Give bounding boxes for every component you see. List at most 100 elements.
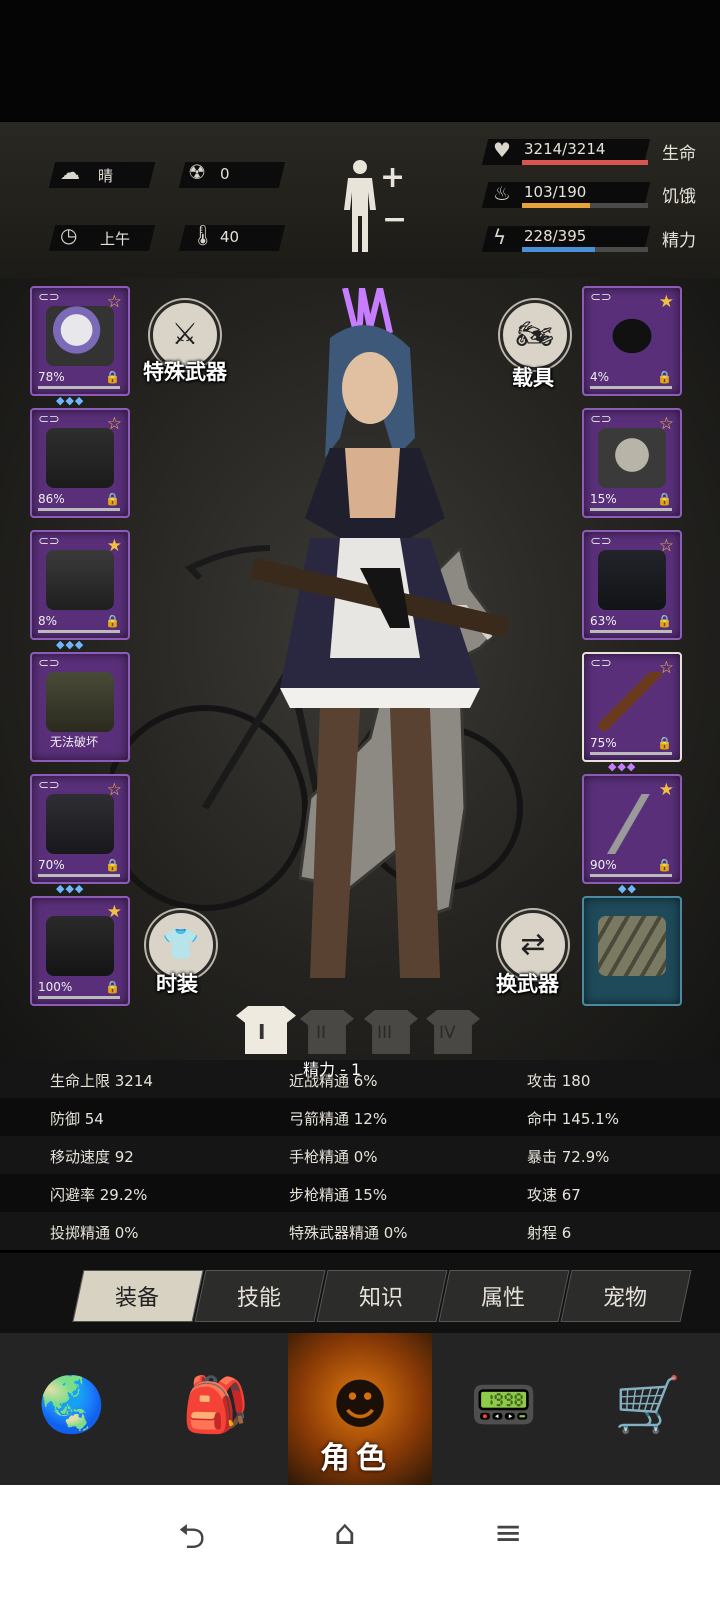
heart-icon: ♥ xyxy=(493,138,511,162)
swap-arrows-icon: ⇄ xyxy=(520,927,546,962)
lock-icon: 🔒 xyxy=(105,614,120,628)
back-icon[interactable]: ⮌ xyxy=(178,1513,205,1570)
time-label: 上午 xyxy=(100,230,131,248)
top-bar xyxy=(0,0,720,122)
motorcycle-icon: 🏍 xyxy=(515,317,555,352)
gem-slots: ◆◆ xyxy=(618,882,637,895)
durability-value: 63% xyxy=(590,614,617,628)
weather-label: 晴 xyxy=(98,167,114,185)
police-helmet-icon xyxy=(46,306,114,366)
stat-row: 防御 54 弓箭精通 12% 命中 145.1% xyxy=(0,1098,720,1136)
energy-label: 精力 xyxy=(662,231,696,251)
stat-hit-rate: 命中 145.1% xyxy=(527,1110,619,1128)
slot-throwable[interactable] xyxy=(582,896,682,1006)
tab-knowledge-label: 知识 xyxy=(358,1286,403,1311)
stat-rifle-mastery: 步枪精通 15% xyxy=(289,1186,388,1204)
durability-bar xyxy=(38,630,120,633)
stats-panel: 生命上限 3214 近战精通 6% 攻击 180 精力 - 1 防御 54 弓箭… xyxy=(0,1058,720,1253)
outfit-set-4[interactable]: IV xyxy=(426,1010,480,1054)
character-scene: ⊂⊃ ☆ 78% 🔒 ◆◆◆ ⊂⊃ ☆ 86% 🔒 ⊂⊃ ★ 8% 🔒 ◆◆◆ … xyxy=(0,278,720,1068)
gem-slots: ◆◆◆ xyxy=(56,394,85,407)
body-status-button[interactable]: + − xyxy=(340,158,424,254)
clock-icon: ◷ xyxy=(60,223,78,247)
nav-inventory[interactable]: 🎒 xyxy=(144,1333,288,1485)
slot-mask[interactable]: ⊂⊃ ☆ 15% 🔒 xyxy=(582,408,682,518)
durability-bar xyxy=(590,630,672,633)
link-icon: ⊂⊃ xyxy=(38,290,60,305)
link-icon: ⊂⊃ xyxy=(590,534,612,549)
slot-melee-weapon[interactable]: ★ 90% 🔒 xyxy=(582,774,682,884)
minus-icon: − xyxy=(382,202,408,237)
lock-icon: 🔒 xyxy=(105,980,120,994)
durability-bar xyxy=(38,996,120,999)
outfit-set-3[interactable]: III xyxy=(364,1010,418,1054)
tab-pets-label: 宠物 xyxy=(602,1286,647,1311)
machete-icon xyxy=(598,794,666,854)
home-icon[interactable]: ⌂ xyxy=(334,1513,356,1553)
durability-bar xyxy=(590,874,672,877)
body-figure-icon xyxy=(344,160,376,252)
gem-slots: ◆◆◆ xyxy=(56,638,85,651)
stat-max-hp: 生命上限 3214 xyxy=(50,1072,153,1090)
assault-rifle-icon xyxy=(598,672,666,732)
stat-row: 移动速度 92 手枪精通 0% 暴击 72.9% xyxy=(0,1136,720,1174)
hunger-value: 103/190 xyxy=(524,183,587,201)
stomach-icon: ♨ xyxy=(493,181,511,205)
slot-vest[interactable]: ⊂⊃ ☆ 63% 🔒 xyxy=(582,530,682,640)
health-bar xyxy=(522,160,648,165)
nav-radio[interactable]: 📟 xyxy=(432,1333,576,1485)
radiation-value: 0 xyxy=(220,165,230,183)
nav-map[interactable]: 🌏 xyxy=(0,1333,144,1485)
link-icon: ⊂⊃ xyxy=(590,290,612,305)
lock-icon: 🔒 xyxy=(657,736,672,750)
durability-value: 15% xyxy=(590,492,617,506)
stat-dodge: 闪避率 29.2% xyxy=(50,1186,148,1204)
durability-value: 8% xyxy=(38,614,58,628)
globe-icon: 🌏 xyxy=(38,1373,106,1436)
durability-bar xyxy=(590,752,672,755)
vehicle-button[interactable]: 🏍 xyxy=(500,300,570,370)
link-icon: ⊂⊃ xyxy=(590,656,612,671)
tab-attributes-label: 属性 xyxy=(480,1286,525,1311)
lock-icon: 🔒 xyxy=(657,370,672,384)
durability-value: 无法破坏 xyxy=(50,735,99,749)
temperature-value: 40 xyxy=(220,228,240,246)
menu-icon[interactable]: ≡ xyxy=(494,1513,523,1553)
durability-bar xyxy=(38,508,120,511)
slot-boots[interactable]: ★ 100% 🔒 xyxy=(30,896,130,1006)
slot-eyewear[interactable]: ⊂⊃ ★ 4% 🔒 xyxy=(582,286,682,396)
slot-backpack[interactable]: ⊂⊃ 无法破坏 xyxy=(30,652,130,762)
crossed-weapons-icon: ⚔ xyxy=(171,317,199,352)
stat-crit: 暴击 72.9% xyxy=(527,1148,610,1166)
durability-value: 100% xyxy=(38,980,73,994)
durability-value: 4% xyxy=(590,370,610,384)
status-panel: ☁ 晴 ☢ 0 ◷ 上午 🌡 40 + − ♥ 3214/3214 生命 ♨ 1… xyxy=(0,122,720,280)
energy-bar xyxy=(522,247,648,252)
gas-mask-icon xyxy=(598,428,666,488)
slot-helmet[interactable]: ⊂⊃ ☆ 78% 🔒 xyxy=(30,286,130,396)
pants-icon xyxy=(46,794,114,854)
lock-icon: 🔒 xyxy=(105,370,120,384)
outfit-set-2[interactable]: II xyxy=(300,1010,354,1054)
stat-row: 投掷精通 0% 特殊武器精通 0% 射程 6 xyxy=(0,1212,720,1250)
tshirt-icon: 👕 xyxy=(162,927,200,962)
police-vest-icon xyxy=(598,550,666,610)
cloud-sun-icon: ☁ xyxy=(60,160,80,184)
link-icon: ⊂⊃ xyxy=(38,656,60,671)
nav-character-label: 角色 xyxy=(320,1441,392,1476)
durability-value: 78% xyxy=(38,370,65,384)
slot-primary-weapon[interactable]: ⊂⊃ ☆ 75% 🔒 xyxy=(582,652,682,762)
nav-shop[interactable]: 🛒 xyxy=(576,1333,720,1485)
plus-icon: + xyxy=(380,160,406,195)
durability-value: 70% xyxy=(38,858,65,872)
link-icon: ⊂⊃ xyxy=(38,534,60,549)
slot-pants[interactable]: ⊂⊃ ☆ 70% 🔒 xyxy=(30,774,130,884)
radio-icon: 📟 xyxy=(470,1373,538,1436)
outfit-set-1[interactable]: I xyxy=(236,1006,296,1054)
nav-character[interactable]: ☻ 角色 xyxy=(288,1333,432,1485)
goggles-icon xyxy=(598,306,666,366)
special-weapon-label: 特殊武器 xyxy=(143,360,227,384)
stat-throw-mastery: 投掷精通 0% xyxy=(50,1224,139,1242)
slot-top[interactable]: ⊂⊃ ☆ 86% 🔒 xyxy=(30,408,130,518)
slot-coat[interactable]: ⊂⊃ ★ 8% 🔒 xyxy=(30,530,130,640)
